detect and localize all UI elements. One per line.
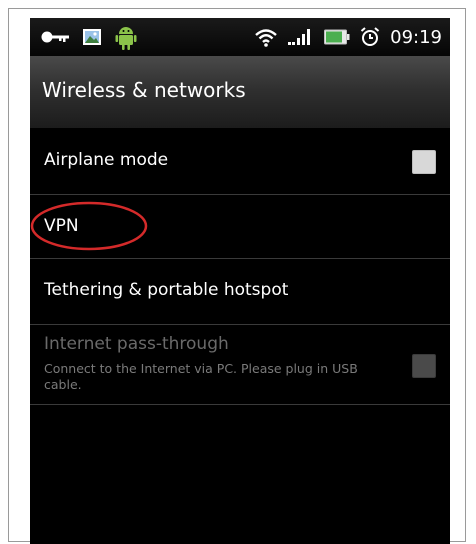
airplane-mode-label: Airplane mode <box>44 150 169 170</box>
phone-screen: 09:19 Wireless & networks Airplane mode … <box>30 18 450 544</box>
title-bar: Wireless & networks <box>30 56 450 129</box>
alarm-icon <box>360 27 380 47</box>
key-icon <box>40 30 70 44</box>
vpn-label: VPN <box>44 216 79 236</box>
airplane-mode-checkbox[interactable] <box>412 150 436 174</box>
airplane-mode-row[interactable]: Airplane mode <box>30 128 450 195</box>
wifi-icon <box>254 27 278 47</box>
signal-icon <box>288 27 314 47</box>
internet-pass-through-checkbox <box>412 354 436 378</box>
internet-pass-through-label: Internet pass-through <box>44 334 229 354</box>
internet-pass-through-row: Internet pass-through Connect to the Int… <box>30 324 450 405</box>
internet-pass-through-summary: Connect to the Internet via PC. Please p… <box>44 361 358 392</box>
clock-time: 09:19 <box>390 26 442 48</box>
battery-icon <box>324 29 350 45</box>
tethering-label: Tethering & portable hotspot <box>44 280 289 300</box>
image-icon <box>82 28 102 46</box>
page-title: Wireless & networks <box>42 78 246 102</box>
status-bar: 09:19 <box>30 18 450 56</box>
tethering-row[interactable]: Tethering & portable hotspot <box>30 258 450 325</box>
vpn-row[interactable]: VPN <box>30 194 450 259</box>
android-icon <box>114 23 138 51</box>
